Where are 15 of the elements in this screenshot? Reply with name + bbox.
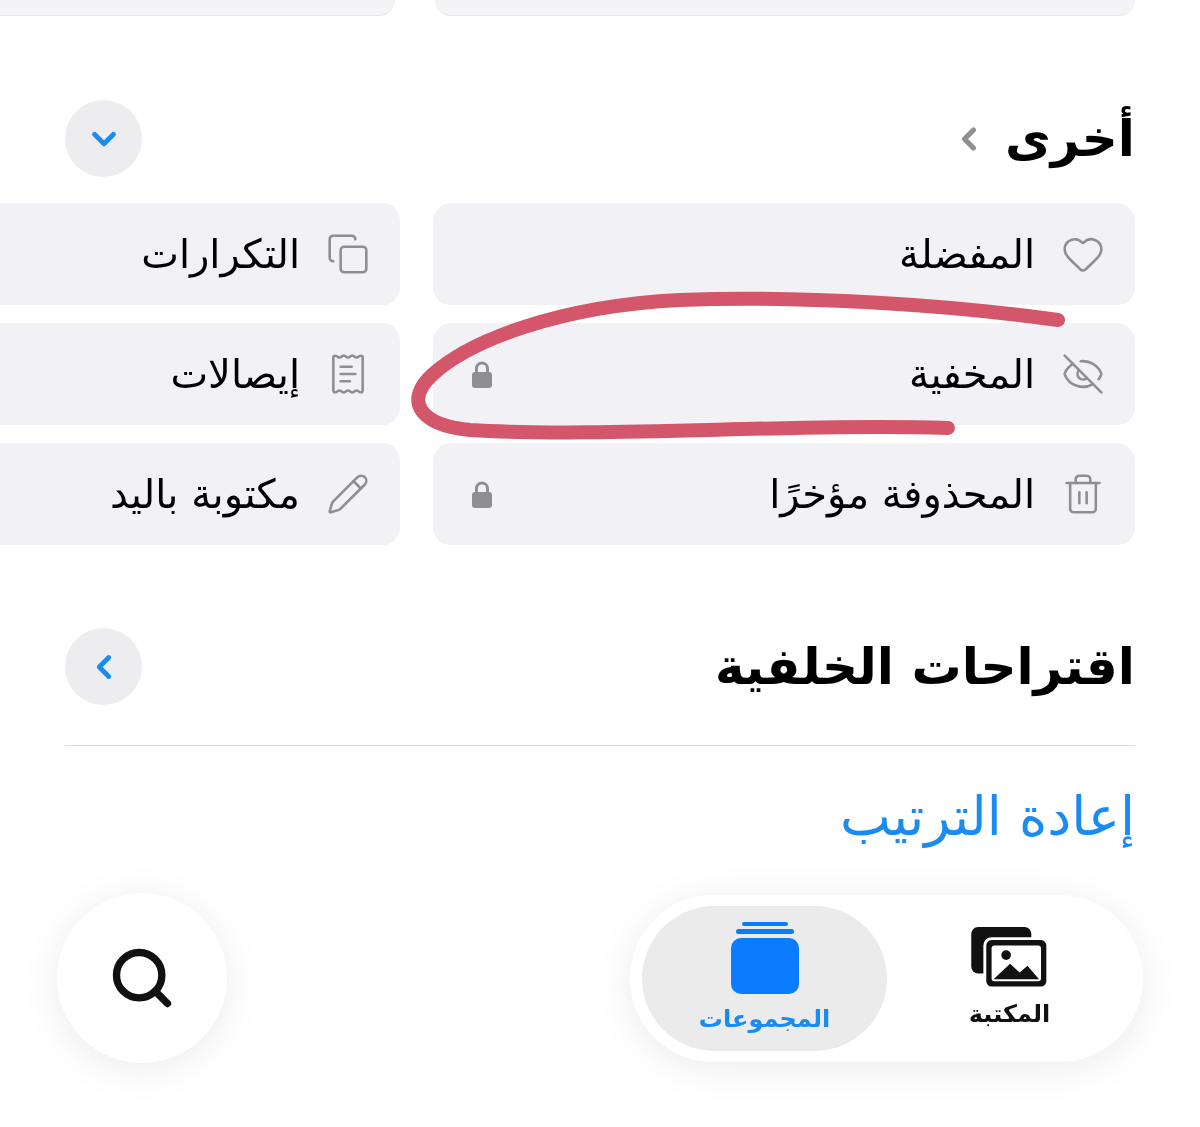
section-title: اقتراحات الخلفية	[714, 636, 1135, 699]
album-tile[interactable]: إيصالات	[0, 323, 400, 425]
album-tile[interactable]: التكرارات	[0, 203, 400, 305]
album-tile[interactable]: المحذوفة مؤخرًا	[433, 443, 1135, 545]
stacked-albums-icon	[730, 922, 799, 994]
overlapping-squares-icon	[326, 232, 370, 276]
photos-stack-icon	[970, 927, 1049, 989]
album-tile[interactable]: المخفية	[433, 323, 1135, 425]
album-tile[interactable]: المفضلة	[433, 203, 1135, 305]
section-title: أخرى	[1004, 105, 1135, 172]
album-tile[interactable]: مكتوبة باليد	[0, 443, 400, 545]
reorder-link[interactable]: إعادة الترتيب	[839, 782, 1135, 852]
eye-slash-icon	[1061, 352, 1105, 396]
pencil-icon	[326, 472, 370, 516]
tab[interactable]: المكتبة	[887, 905, 1132, 1051]
